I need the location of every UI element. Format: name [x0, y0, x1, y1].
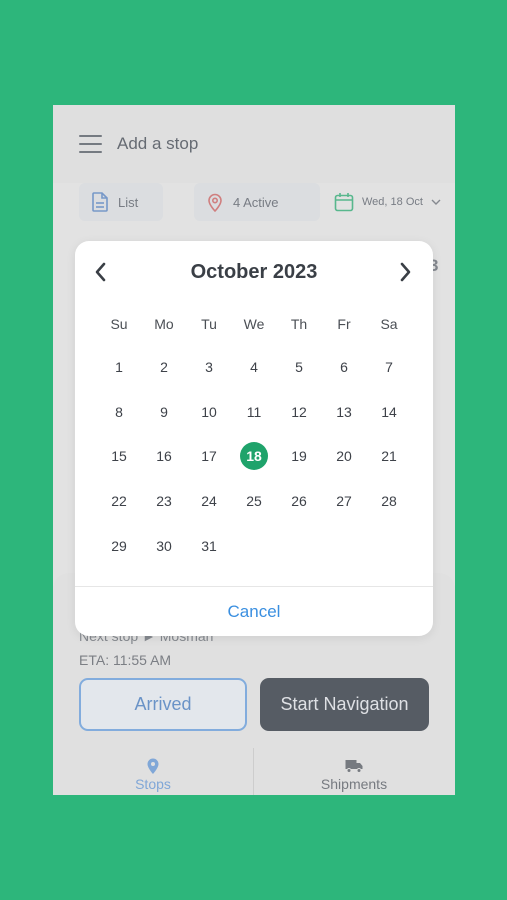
date-picker-dialog: October 2023 Su Mo Tu We Th Fr Sa 1 2 3 4 5 6 7 8 9 10 1… — [75, 241, 433, 636]
chevron-right-icon[interactable] — [397, 261, 413, 283]
cancel-button[interactable]: Cancel — [75, 587, 433, 636]
calendar-day[interactable]: 22 — [105, 487, 133, 515]
weekday-label: Th — [290, 316, 308, 332]
calendar-day[interactable]: 4 — [240, 353, 268, 381]
weekday-label: We — [243, 316, 265, 332]
calendar-day[interactable]: 6 — [330, 353, 358, 381]
calendar-day[interactable]: 19 — [285, 442, 313, 470]
calendar-day-selected[interactable]: 18 — [240, 442, 268, 470]
calendar-day[interactable]: 12 — [285, 398, 313, 426]
calendar-day[interactable]: 28 — [375, 487, 403, 515]
calendar-day[interactable]: 8 — [105, 398, 133, 426]
weekday-label: Su — [110, 316, 128, 332]
weekday-label: Fr — [337, 316, 351, 332]
calendar-day[interactable]: 10 — [195, 398, 223, 426]
calendar-day[interactable]: 1 — [105, 353, 133, 381]
calendar-day[interactable]: 29 — [105, 532, 133, 560]
calendar-day[interactable]: 26 — [285, 487, 313, 515]
calendar-day[interactable]: 14 — [375, 398, 403, 426]
calendar-day[interactable]: 2 — [150, 353, 178, 381]
calendar-day[interactable]: 23 — [150, 487, 178, 515]
calendar-day[interactable]: 3 — [195, 353, 223, 381]
calendar-day[interactable]: 7 — [375, 353, 403, 381]
calendar-day[interactable]: 13 — [330, 398, 358, 426]
calendar-day[interactable]: 16 — [150, 442, 178, 470]
calendar-day[interactable]: 11 — [240, 398, 268, 426]
calendar-day[interactable]: 25 — [240, 487, 268, 515]
month-title: October 2023 — [190, 261, 318, 283]
calendar-day[interactable]: 17 — [195, 442, 223, 470]
weekday-label: Tu — [201, 316, 217, 332]
calendar-day[interactable]: 30 — [150, 532, 178, 560]
calendar-day[interactable]: 24 — [195, 487, 223, 515]
calendar-day[interactable]: 31 — [195, 532, 223, 560]
calendar-day[interactable]: 5 — [285, 353, 313, 381]
calendar-day[interactable]: 15 — [105, 442, 133, 470]
calendar-day[interactable]: 9 — [150, 398, 178, 426]
weekday-label: Mo — [154, 316, 174, 332]
calendar-day[interactable]: 27 — [330, 487, 358, 515]
calendar-day[interactable]: 21 — [375, 442, 403, 470]
calendar-day[interactable]: 20 — [330, 442, 358, 470]
weekday-label: Sa — [380, 316, 398, 332]
